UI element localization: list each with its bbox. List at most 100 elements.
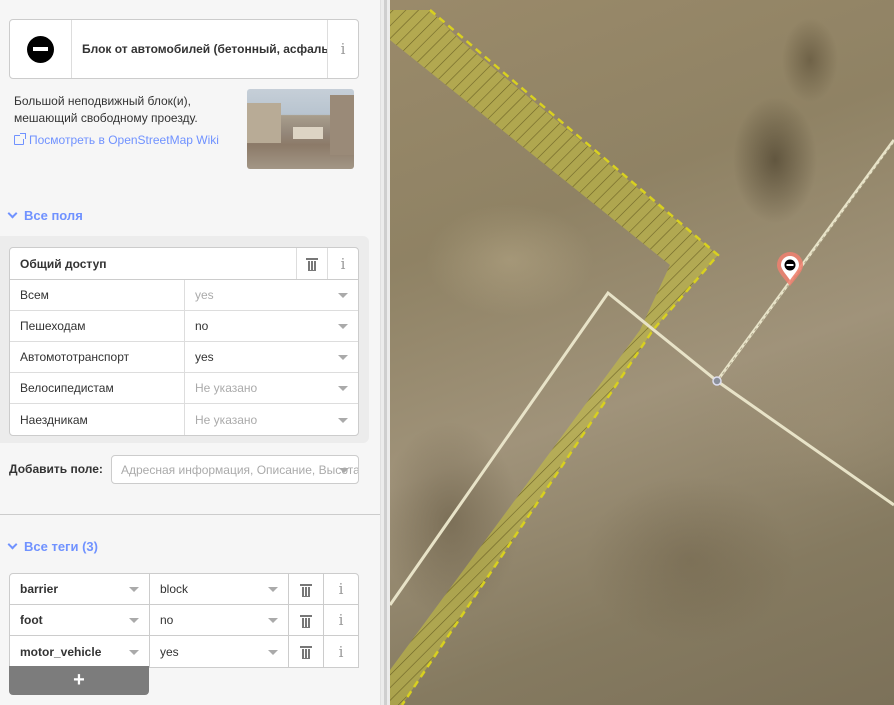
caret-down-icon	[338, 417, 348, 423]
caret-down-icon	[268, 587, 278, 592]
tag-editor: barrier block i foot no i motor_vehicle …	[9, 573, 359, 668]
preset-icon-cell[interactable]	[10, 20, 72, 78]
tag-row: barrier block i	[10, 574, 358, 605]
section-divider	[0, 514, 380, 515]
caret-down-icon	[338, 324, 348, 329]
access-bicycle-combo[interactable]: Не указано	[185, 373, 358, 403]
caret-down-icon	[268, 618, 278, 623]
caret-down-icon	[129, 587, 139, 592]
access-value: Не указано	[195, 412, 258, 427]
access-delete-button[interactable]	[296, 248, 327, 279]
preset-header[interactable]: Блок от автомобилей (бетонный, асфальтов…	[9, 19, 359, 79]
tag-value-input[interactable]: yes	[150, 636, 289, 667]
tag-key-input[interactable]: motor_vehicle	[10, 636, 150, 667]
road-vertex[interactable]	[712, 376, 722, 386]
preset-photo	[247, 89, 354, 169]
chevron-down-icon	[7, 539, 18, 550]
tag-row: motor_vehicle yes i	[10, 636, 358, 667]
access-row: Велосипедистам Не указано	[10, 373, 358, 404]
access-row-label: Наездникам	[10, 404, 185, 435]
photo-wall-left	[247, 103, 281, 143]
access-all-combo[interactable]: yes	[185, 280, 358, 310]
photo-wall-right	[330, 95, 354, 155]
access-row: Автомототранспорт yes	[10, 342, 358, 373]
add-field-placeholder: Адресная информация, Описание, Высота, М…	[121, 462, 359, 477]
trash-icon	[300, 583, 312, 597]
access-value: Не указано	[195, 381, 258, 395]
preset-description: Большой неподвижный блок(и), мешающий св…	[14, 94, 198, 125]
access-row-label: Автомототранспорт	[10, 342, 185, 372]
all-fields-title: Все поля	[24, 208, 83, 223]
resizer-grip	[384, 0, 387, 705]
access-motor-vehicle-combo[interactable]: yes	[185, 342, 358, 372]
tag-value-input[interactable]: block	[150, 574, 289, 604]
all-tags-title: Все теги (3)	[24, 539, 98, 554]
tag-value: no	[160, 613, 174, 627]
tag-key: foot	[20, 613, 43, 627]
caret-down-icon	[339, 467, 349, 473]
trash-icon	[306, 257, 318, 271]
tag-value: yes	[160, 644, 179, 659]
road-diagonal[interactable]	[715, 139, 894, 382]
external-link-icon	[14, 133, 26, 145]
tag-key: barrier	[20, 582, 59, 596]
tag-value-input[interactable]: no	[150, 605, 289, 635]
access-row-label: Велосипедистам	[10, 373, 185, 403]
add-field-input[interactable]: Адресная информация, Описание, Высота, М…	[111, 455, 359, 484]
caret-down-icon	[338, 386, 348, 391]
access-value: no	[195, 319, 209, 333]
tag-info-button[interactable]: i	[324, 636, 358, 667]
trash-icon	[300, 645, 312, 659]
tag-key: motor_vehicle	[20, 644, 102, 659]
access-row: Пешеходам no	[10, 311, 358, 342]
preset-name[interactable]: Блок от автомобилей (бетонный, асфальтов…	[72, 20, 327, 78]
access-row-label: Пешеходам	[10, 311, 185, 341]
tag-key-input[interactable]: barrier	[10, 574, 150, 604]
caret-down-icon	[338, 355, 348, 360]
wiki-link-text[interactable]: Посмотреть в OpenStreetMap Wiki	[29, 133, 219, 147]
access-value: yes	[195, 288, 214, 302]
caret-down-icon	[268, 649, 278, 655]
tag-row: foot no i	[10, 605, 358, 636]
tag-key-input[interactable]: foot	[10, 605, 150, 635]
all-fields-toggle[interactable]: Все поля	[7, 208, 83, 223]
trash-icon	[300, 614, 312, 628]
inspector-sidebar: Блок от автомобилей (бетонный, асфальтов…	[0, 0, 380, 705]
sidebar-resizer[interactable]	[380, 0, 390, 705]
access-info-button[interactable]: i	[327, 248, 358, 279]
access-field-header: Общий доступ i	[10, 248, 358, 280]
info-icon: i	[338, 580, 344, 598]
info-icon: i	[338, 642, 344, 661]
access-field: Общий доступ i Всем yes Пешеходам no Авт…	[9, 247, 359, 436]
wiki-link[interactable]: Посмотреть в OpenStreetMap Wiki	[14, 133, 219, 147]
tag-delete-button[interactable]	[289, 574, 324, 604]
access-row-label: Всем	[10, 280, 185, 310]
access-row: Всем yes	[10, 280, 358, 311]
info-icon: i	[340, 254, 346, 273]
tag-value: block	[160, 582, 189, 596]
tag-info-button[interactable]: i	[324, 605, 358, 635]
access-value: yes	[195, 350, 214, 364]
tag-delete-button[interactable]	[289, 636, 324, 667]
barrier-pin-icon[interactable]	[777, 252, 803, 286]
tag-info-button[interactable]: i	[324, 574, 358, 604]
map-overlay	[390, 9, 894, 705]
add-field-label: Добавить поле:	[9, 462, 103, 476]
map-view[interactable]	[390, 0, 894, 705]
add-tag-button[interactable]: +	[9, 666, 149, 695]
access-horse-combo[interactable]: Не указано	[185, 404, 358, 435]
preset-info-button[interactable]: i	[327, 20, 358, 78]
access-field-title: Общий доступ	[20, 256, 107, 271]
no-entry-icon	[27, 35, 54, 63]
access-row: Наездникам Не указано	[10, 404, 358, 435]
caret-down-icon	[129, 618, 139, 623]
photo-block	[293, 127, 323, 139]
tag-delete-button[interactable]	[289, 605, 324, 635]
chevron-down-icon	[7, 208, 18, 219]
caret-down-icon	[129, 649, 139, 655]
access-foot-combo[interactable]: no	[185, 311, 358, 341]
all-tags-toggle[interactable]: Все теги (3)	[7, 539, 98, 554]
info-icon: i	[338, 611, 344, 629]
info-icon: i	[340, 40, 346, 58]
caret-down-icon	[338, 293, 348, 298]
